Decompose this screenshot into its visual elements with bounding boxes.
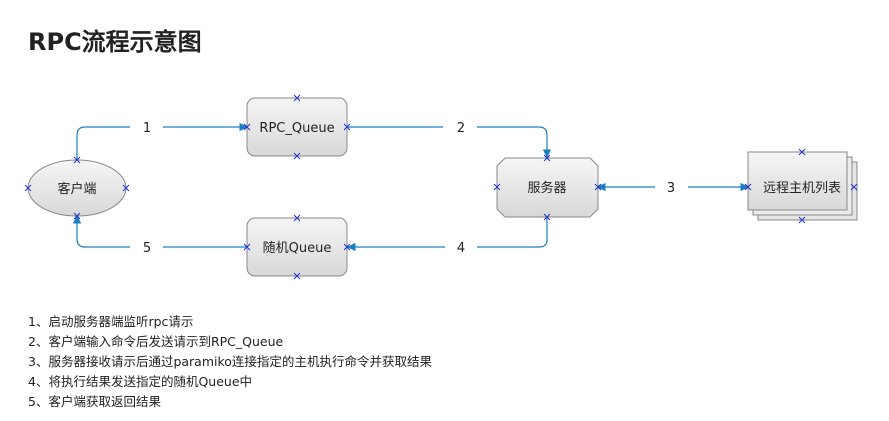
- connectors: [77, 127, 748, 247]
- node-remote-hosts: 远程主机列表: [747, 151, 858, 221]
- step-item-3: 3、服务器接收请示后通过paramiko连接指定的主机执行命令并获取结果: [28, 354, 432, 369]
- edge-label-5: 5: [143, 241, 151, 256]
- rpc-queue-label: RPC_Queue: [259, 121, 334, 136]
- step-item-2: 2、客户端输入命令后发送请示到RPC_Queue: [28, 334, 284, 349]
- step-item-5: 5、客户端获取返回结果: [28, 394, 161, 409]
- node-server: 服务器: [496, 157, 599, 218]
- step-item-4: 4、将执行结果发送指定的随机Queue中: [28, 374, 253, 389]
- step-item-1: 1、启动服务器端监听rpc请示: [28, 314, 194, 329]
- rpc-flow-diagram: 1 2 3 4 5 客户端 RPC_Queue 服务器 随机Queue 远程主机…: [24, 94, 858, 280]
- node-client: 客户端: [27, 159, 127, 217]
- edge-1-line: [76, 127, 247, 160]
- server-label: 服务器: [527, 180, 566, 196]
- edge-label-4: 4: [457, 241, 465, 256]
- node-rpc-queue: RPC_Queue: [246, 97, 348, 157]
- client-label: 客户端: [57, 181, 96, 197]
- node-random-queue: 随机Queue: [246, 217, 348, 277]
- step-list: 1、启动服务器端监听rpc请示 2、客户端输入命令后发送请示到RPC_Queue…: [28, 312, 432, 412]
- edge-2-line: [347, 126, 547, 157]
- edge-5-line: [77, 216, 247, 248]
- edge-4-line: [348, 217, 548, 247]
- remote-hosts-label: 远程主机列表: [763, 181, 841, 196]
- edge-label-2: 2: [457, 121, 465, 136]
- edge-label-1: 1: [143, 121, 151, 136]
- edge-label-3: 3: [667, 181, 675, 196]
- random-queue-label: 随机Queue: [263, 241, 332, 256]
